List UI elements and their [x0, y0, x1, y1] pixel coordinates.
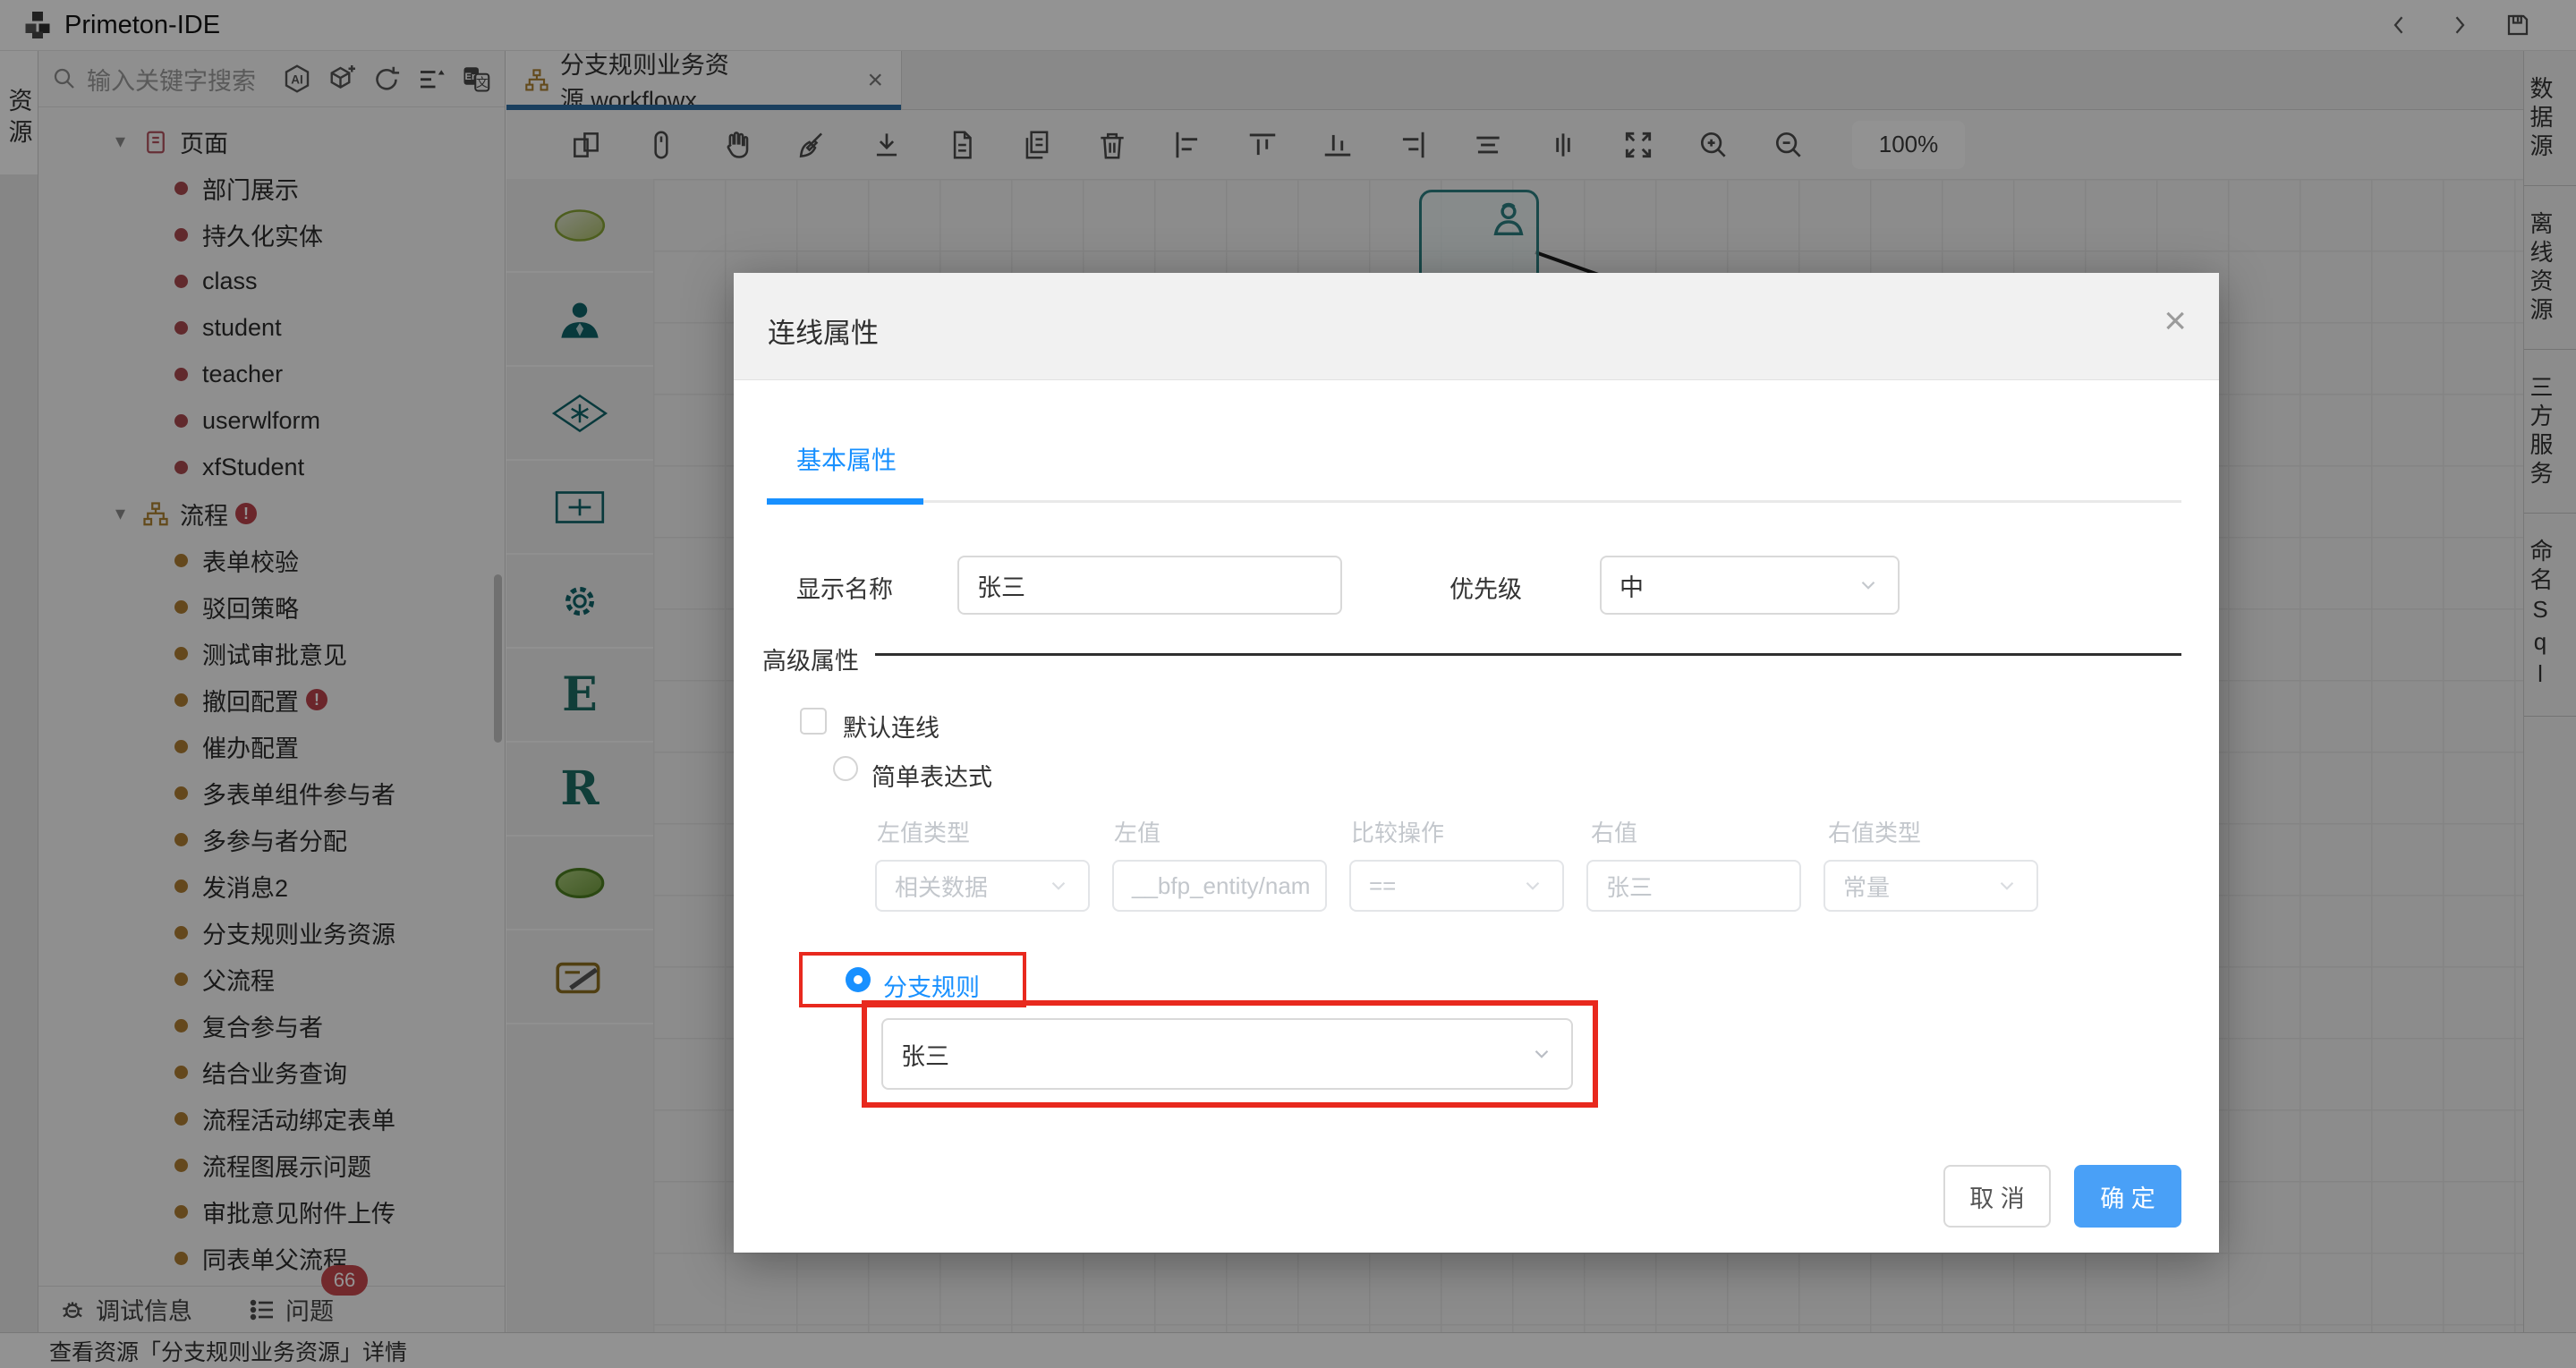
active-tab-underline	[767, 498, 923, 505]
line-properties-dialog: 连线属性 × 基本属性 显示名称 优先级 中 高级属性 默认连线 简单表达式 左…	[734, 273, 2219, 1253]
right-type-value: 常量	[1843, 873, 1891, 901]
app-window: Primeton-IDE 资源 输入关键字搜索 AI En 文 ▾ 页面 部门展示 持久…	[0, 0, 2576, 1368]
compare-op-label: 比较操作	[1351, 820, 1445, 846]
chevron-down-icon	[2000, 881, 2014, 890]
left-value-input[interactable]: __bfp_entity/nam	[1112, 860, 1327, 912]
left-type-label: 左值类型	[877, 820, 971, 846]
chevron-down-icon	[1535, 1049, 1549, 1058]
right-type-select[interactable]: 常量	[1824, 860, 2038, 912]
display-name-label: 显示名称	[796, 576, 893, 603]
tab-basic-properties[interactable]: 基本属性	[796, 441, 897, 477]
tab-divider	[767, 500, 2181, 503]
right-value-label: 右值	[1591, 820, 1638, 846]
simple-expression-radio[interactable]	[833, 756, 858, 781]
branch-rule-label: 分支规则	[883, 974, 980, 1001]
priority-select[interactable]: 中	[1600, 556, 1900, 615]
compare-op-value: ==	[1369, 871, 1397, 899]
left-value-label: 左值	[1114, 820, 1161, 846]
left-type-select[interactable]: 相关数据	[875, 860, 1090, 912]
right-value-text: 张三	[1606, 873, 1654, 901]
advanced-section-label: 高级属性	[762, 648, 859, 675]
priority-value: 中	[1620, 574, 1644, 601]
cancel-button[interactable]: 取 消	[1943, 1165, 2051, 1228]
left-type-value: 相关数据	[895, 873, 989, 901]
default-line-checkbox[interactable]	[800, 708, 827, 735]
branch-rule-radio[interactable]	[846, 967, 871, 992]
simple-expression-label: 简单表达式	[871, 764, 992, 791]
advanced-section-divider	[875, 653, 2181, 656]
left-value-text: __bfp_entity/nam	[1132, 871, 1311, 899]
priority-label: 优先级	[1450, 576, 1522, 603]
ok-button[interactable]: 确 定	[2074, 1165, 2181, 1228]
dialog-title: 连线属性	[768, 318, 879, 349]
compare-op-select[interactable]: ==	[1349, 860, 1564, 912]
chevron-down-icon	[1051, 881, 1066, 890]
chevron-down-icon	[1526, 881, 1540, 890]
right-type-label: 右值类型	[1828, 820, 1922, 846]
dialog-header: 连线属性 ×	[734, 273, 2219, 380]
default-line-label: 默认连线	[843, 715, 939, 742]
close-icon[interactable]: ×	[2164, 302, 2187, 341]
right-value-input[interactable]: 张三	[1586, 860, 1801, 912]
branch-rule-select[interactable]: 张三	[881, 1018, 1573, 1090]
branch-rule-value: 张三	[901, 1042, 949, 1070]
chevron-down-icon	[1861, 581, 1875, 590]
display-name-input[interactable]	[957, 556, 1342, 615]
